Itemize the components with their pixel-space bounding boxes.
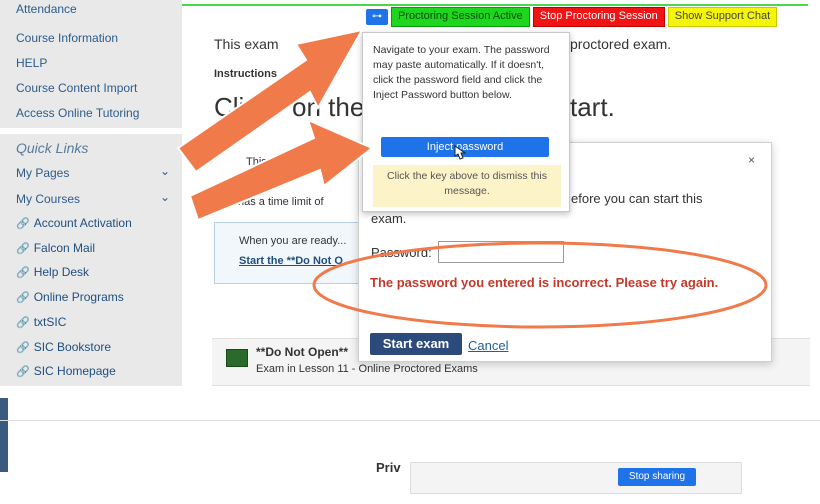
stop-proctoring-button[interactable]: Stop Proctoring Session [532, 7, 665, 27]
link-icon: 🔗 [16, 292, 30, 304]
ready-box: When you are ready... Start the **Do Not… [214, 222, 366, 284]
sidebar-link-sic-homepage[interactable]: 🔗 SIC Homepage [16, 364, 116, 378]
big-heading-a: Cli [214, 92, 245, 122]
sidebar-separator [0, 128, 182, 134]
link-icon: 🔗 [16, 317, 30, 329]
proctoring-active-badge: Proctoring Session Active [391, 7, 530, 27]
sidebar-item-help[interactable]: HELP [16, 56, 47, 70]
password-field[interactable] [438, 241, 564, 263]
proctoring-toolbar: ⊶ Proctoring Session Active Stop Proctor… [366, 7, 778, 27]
sidebar-link-label: SIC Bookstore [33, 340, 112, 354]
popup-instructions: Navigate to your exam. The password may … [373, 44, 550, 101]
big-heading-c: tart. [570, 92, 615, 122]
dismiss-message: Click the key above to dismiss this mess… [373, 165, 561, 207]
sidebar-item-access-online-tutoring[interactable]: Access Online Tutoring [16, 106, 139, 120]
sidebar-link-txtsic[interactable]: 🔗 txtSIC [16, 315, 66, 329]
modal-info-line1: efore you can start this [571, 191, 703, 206]
link-icon: 🔗 [16, 218, 30, 230]
sidebar-link-account-activation[interactable]: 🔗 Account Activation [16, 216, 132, 230]
sidebar: Attendance Course Information HELP Cours… [0, 0, 182, 386]
quick-links-heading: Quick Links [16, 140, 89, 156]
sidebar-link-label: Falcon Mail [33, 241, 96, 255]
start-exam-link[interactable]: Start the **Do Not O [239, 255, 343, 267]
support-chat-button[interactable]: Show Support Chat [667, 7, 778, 27]
chevron-down-icon[interactable]: ⌄ [160, 164, 170, 178]
footer-privacy[interactable]: Priv [376, 460, 401, 475]
intro-text-right: proctored exam. [570, 36, 672, 52]
sidebar-link-label: Account Activation [33, 216, 132, 230]
exam-icon [226, 349, 248, 367]
time-limit-text: has a time limit of [238, 196, 324, 208]
sidebar-link-online-programs[interactable]: 🔗 Online Programs [16, 290, 124, 304]
stop-sharing-button[interactable]: Stop sharing [618, 468, 696, 486]
ready-text: When you are ready... [239, 235, 347, 247]
sidebar-item-attendance[interactable]: Attendance [16, 2, 77, 16]
key-icon[interactable]: ⊶ [366, 9, 388, 25]
divider [0, 420, 820, 421]
sidebar-item-my-pages[interactable]: My Pages [16, 166, 69, 180]
inject-password-button[interactable]: Inject password [381, 137, 549, 157]
start-exam-button[interactable]: Start exam [370, 333, 462, 355]
password-label: Password: [371, 245, 432, 260]
sidebar-link-falcon-mail[interactable]: 🔗 Falcon Mail [16, 241, 95, 255]
modal-info-line2: exam. [371, 211, 407, 226]
sidebar-item-course-content-import[interactable]: Course Content Import [16, 81, 137, 95]
link-icon: 🔗 [16, 243, 30, 255]
big-heading-b: on the [292, 92, 365, 122]
cancel-link[interactable]: Cancel [468, 338, 508, 353]
sidebar-item-my-courses[interactable]: My Courses [16, 192, 80, 206]
password-error-message: The password you entered is incorrect. P… [370, 275, 719, 290]
sidebar-link-help-desk[interactable]: 🔗 Help Desk [16, 265, 89, 279]
sidebar-link-label: SIC Homepage [33, 364, 116, 378]
intro-text-left: This exam [214, 36, 279, 52]
sidebar-link-sic-bookstore[interactable]: 🔗 SIC Bookstore [16, 340, 111, 354]
exam-notice-text: This exa [246, 156, 288, 168]
instructions-heading: Instructions [214, 68, 277, 80]
link-icon: 🔗 [16, 342, 30, 354]
sidebar-item-course-information[interactable]: Course Information [16, 31, 118, 45]
link-icon: 🔗 [16, 366, 30, 378]
sidebar-link-label: Online Programs [33, 290, 124, 304]
close-icon[interactable]: × [748, 153, 755, 167]
exam-subtitle: Exam in Lesson 11 - Online Proctored Exa… [256, 363, 478, 375]
sidebar-link-label: txtSIC [33, 315, 67, 329]
link-icon: 🔗 [16, 267, 30, 279]
sidebar-link-label: Help Desk [33, 265, 90, 279]
chevron-down-icon[interactable]: ⌄ [160, 190, 170, 204]
proctor-popup: Navigate to your exam. The password may … [362, 32, 570, 212]
sidebar-accent [0, 398, 8, 472]
exam-title[interactable]: **Do Not Open** [256, 345, 348, 359]
